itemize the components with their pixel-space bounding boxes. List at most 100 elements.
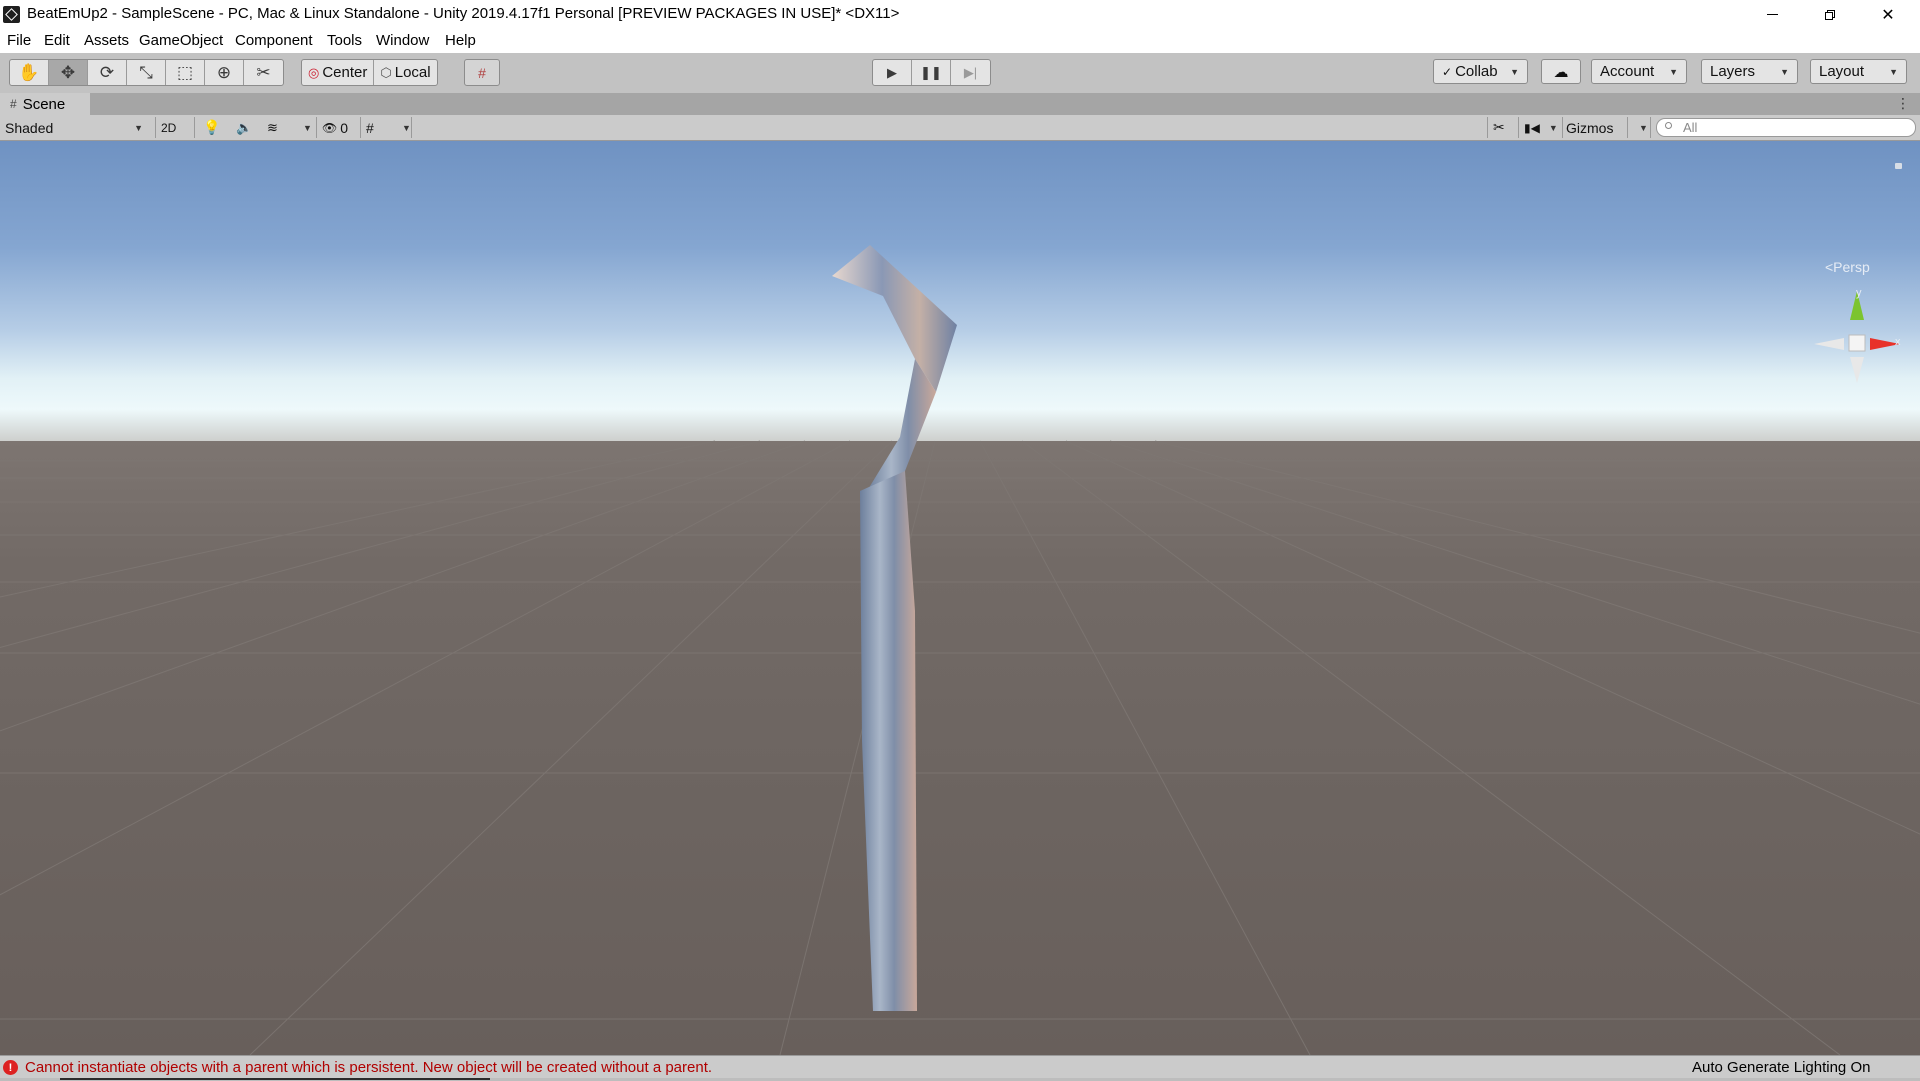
menu-window[interactable]: Window	[376, 32, 429, 49]
transform-tools: ✋ ✥ ⟳ ⤡ ⬚ ⊕ ✂	[9, 59, 284, 86]
rect-icon: ⬚	[176, 62, 194, 82]
gizmos-button[interactable]: Gizmos	[1566, 117, 1613, 138]
grid-snap-icon: #	[478, 64, 486, 81]
scene-viewport[interactable]: y x <Persp	[0, 141, 1920, 1055]
gizmo-neg-y-axis[interactable]	[1850, 357, 1864, 383]
divider	[155, 117, 156, 138]
rotate-icon: ⟳	[99, 62, 115, 82]
menu-tools[interactable]: Tools	[327, 32, 362, 49]
local-space-icon: ⬡	[380, 64, 392, 80]
minimize-button[interactable]	[1743, 0, 1801, 29]
divider	[316, 117, 317, 138]
scene-visibility-toggle[interactable]: 👁 0	[322, 117, 358, 138]
effects-dropdown[interactable]: ▼	[297, 117, 312, 138]
divider	[1518, 117, 1519, 138]
hierarchy-search-input[interactable]: All	[1656, 118, 1916, 137]
chevron-down-icon: ▼	[1639, 122, 1648, 133]
pause-button[interactable]: ❚❚	[912, 60, 951, 85]
layout-label: Layout	[1819, 63, 1865, 80]
chevron-down-icon: ▼	[1889, 66, 1898, 77]
pause-icon: ❚❚	[920, 64, 942, 80]
grid-toggle[interactable]: #	[366, 117, 384, 138]
hidden-eye-icon: 👁	[322, 120, 338, 135]
move-tool-button[interactable]: ✥	[49, 60, 88, 85]
pivot-toggles: ◎ Center ⬡ Local	[301, 59, 438, 86]
step-icon: ▶|	[963, 64, 978, 80]
tab-scene[interactable]: # Scene	[0, 93, 90, 115]
menu-assets[interactable]: Assets	[84, 32, 129, 49]
ribbon-top-fold	[832, 245, 957, 392]
chevron-down-icon: ▼	[303, 122, 312, 133]
gizmos-label: Gizmos	[1566, 119, 1614, 136]
scale-tool-button[interactable]: ⤡	[127, 60, 166, 85]
grid-line-v	[0, 440, 806, 732]
layers-label: Layers	[1710, 63, 1756, 80]
divider	[1487, 117, 1488, 138]
rotate-tool-button[interactable]: ⟳	[88, 60, 127, 85]
camera-dropdown[interactable]: ▮◀ ▼	[1524, 117, 1560, 138]
2d-toggle-button[interactable]: 2D	[161, 117, 186, 138]
grid-icon: #	[10, 97, 17, 111]
grid-line-v	[1065, 440, 1920, 835]
audio-toggle[interactable]: 🔈	[236, 117, 258, 138]
menu-file[interactable]: File	[7, 32, 31, 49]
shading-mode-dropdown[interactable]: Shaded ▼	[5, 117, 147, 138]
pivot-center-label: Center	[322, 64, 368, 81]
gizmo-y-label: y	[1856, 287, 1862, 299]
close-icon: ✕	[1881, 6, 1895, 24]
menu-edit[interactable]: Edit	[44, 32, 70, 49]
tools-toggle[interactable]: ✂	[1493, 117, 1511, 138]
restore-icon	[1825, 9, 1835, 20]
grid-line-v	[1109, 440, 1920, 705]
cloud-icon: ☁	[1553, 63, 1569, 81]
step-button[interactable]: ▶|	[951, 60, 990, 85]
console-error-message[interactable]: Cannot instantiate objects with a parent…	[25, 1059, 712, 1076]
account-label: Account	[1600, 63, 1655, 80]
custom-tool-button[interactable]: ✂	[244, 60, 283, 85]
hand-tool-button[interactable]: ✋	[10, 60, 49, 85]
2d-toggle-label: 2D	[161, 120, 177, 135]
account-dropdown[interactable]: Account ▼	[1591, 59, 1687, 84]
pivot-center-button[interactable]: ◎ Center	[302, 60, 375, 85]
perspective-label[interactable]: <Persp	[1825, 259, 1870, 275]
cloud-button[interactable]: ☁	[1541, 59, 1581, 84]
check-icon: ✓	[1442, 64, 1453, 79]
orientation-gizmo[interactable]: y x	[1812, 287, 1902, 387]
restore-button[interactable]	[1801, 0, 1859, 29]
grid-snap-button[interactable]: #	[465, 60, 499, 85]
rect-tool-button[interactable]: ⬚	[166, 60, 205, 85]
collab-dropdown[interactable]: ✓ Collab ▼	[1433, 59, 1528, 84]
divider	[1650, 117, 1651, 138]
pivot-local-button[interactable]: ⬡ Local	[374, 60, 436, 85]
main-toolbar: ✋ ✥ ⟳ ⤡ ⬚ ⊕ ✂ ◎ Center ⬡ Local # ▶ ❚❚ ▶|…	[0, 53, 1920, 93]
layers-dropdown[interactable]: Layers ▼	[1701, 59, 1798, 84]
menu-component[interactable]: Component	[235, 32, 313, 49]
wrench-icon: ✂	[256, 62, 271, 82]
search-icon	[1665, 122, 1672, 129]
divider	[1562, 117, 1563, 138]
menu-gameobject[interactable]: GameObject	[139, 32, 223, 49]
collab-content: ✓ Collab	[1442, 63, 1498, 80]
gizmo-neg-x-axis[interactable]	[1814, 338, 1844, 350]
hand-icon: ✋	[18, 62, 40, 82]
close-button[interactable]: ✕	[1859, 0, 1917, 29]
lock-icon[interactable]	[1895, 163, 1902, 169]
gizmos-dropdown[interactable]: ▼	[1633, 117, 1648, 138]
grid-line-v	[0, 440, 851, 896]
layout-dropdown[interactable]: Layout ▼	[1810, 59, 1907, 84]
effects-toggle[interactable]: ≋	[267, 117, 289, 138]
play-button[interactable]: ▶	[873, 60, 912, 85]
move-icon: ✥	[60, 62, 76, 82]
lighting-toggle[interactable]: 💡	[203, 117, 225, 138]
ribbon-object[interactable]	[832, 245, 957, 1011]
lighting-status[interactable]: Auto Generate Lighting On	[1692, 1059, 1870, 1076]
transform-tool-button[interactable]: ⊕	[205, 60, 244, 85]
scene-toolbar: Shaded ▼ 2D 💡 🔈 ≋ ▼ 👁 0 # ▼ ✂ ▮◀ ▼ Gizmo…	[0, 115, 1920, 141]
gizmo-center-cube[interactable]	[1848, 334, 1866, 352]
chevron-down-icon: ▼	[1510, 66, 1519, 77]
tab-menu-icon[interactable]: ⋮	[1896, 95, 1910, 112]
effects-icon: ≋	[267, 119, 278, 135]
wrench-icon: ✂	[1493, 119, 1505, 135]
grid-dropdown[interactable]: ▼	[396, 117, 411, 138]
menu-help[interactable]: Help	[445, 32, 476, 49]
